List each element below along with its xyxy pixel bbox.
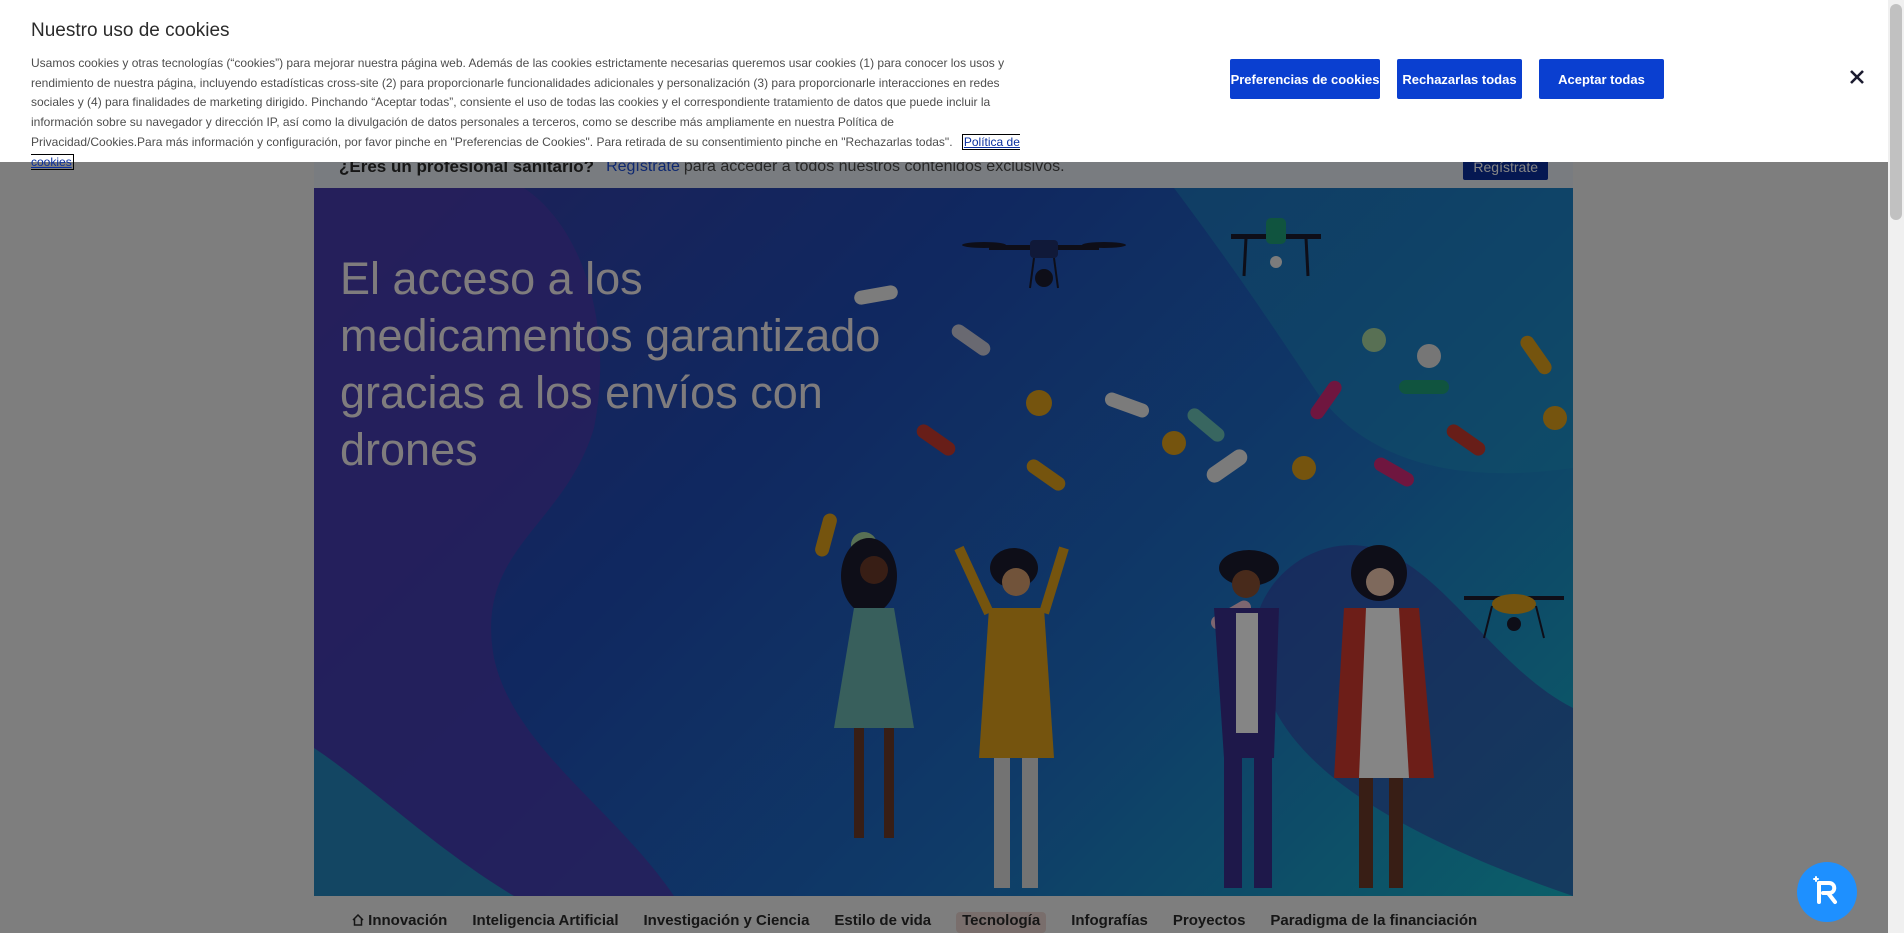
close-icon[interactable] bbox=[1846, 66, 1868, 88]
assistant-button[interactable] bbox=[1797, 862, 1857, 922]
cookie-text: Usamos cookies y otras tecnologías (“coo… bbox=[31, 56, 1005, 149]
scrollbar-thumb[interactable] bbox=[1890, 4, 1902, 220]
accept-all-button[interactable]: Aceptar todas bbox=[1539, 59, 1664, 99]
cookie-description: Usamos cookies y otras tecnologías (“coo… bbox=[31, 54, 1026, 172]
assistant-icon bbox=[1813, 876, 1837, 904]
cookie-preferences-button[interactable]: Preferencias de cookies bbox=[1230, 59, 1380, 99]
cookie-title: Nuestro uso de cookies bbox=[31, 20, 230, 41]
reject-all-button[interactable]: Rechazarlas todas bbox=[1397, 59, 1522, 99]
cookie-banner: Nuestro uso de cookies Usamos cookies y … bbox=[0, 0, 1888, 170]
page-scrollbar[interactable] bbox=[1888, 0, 1904, 933]
